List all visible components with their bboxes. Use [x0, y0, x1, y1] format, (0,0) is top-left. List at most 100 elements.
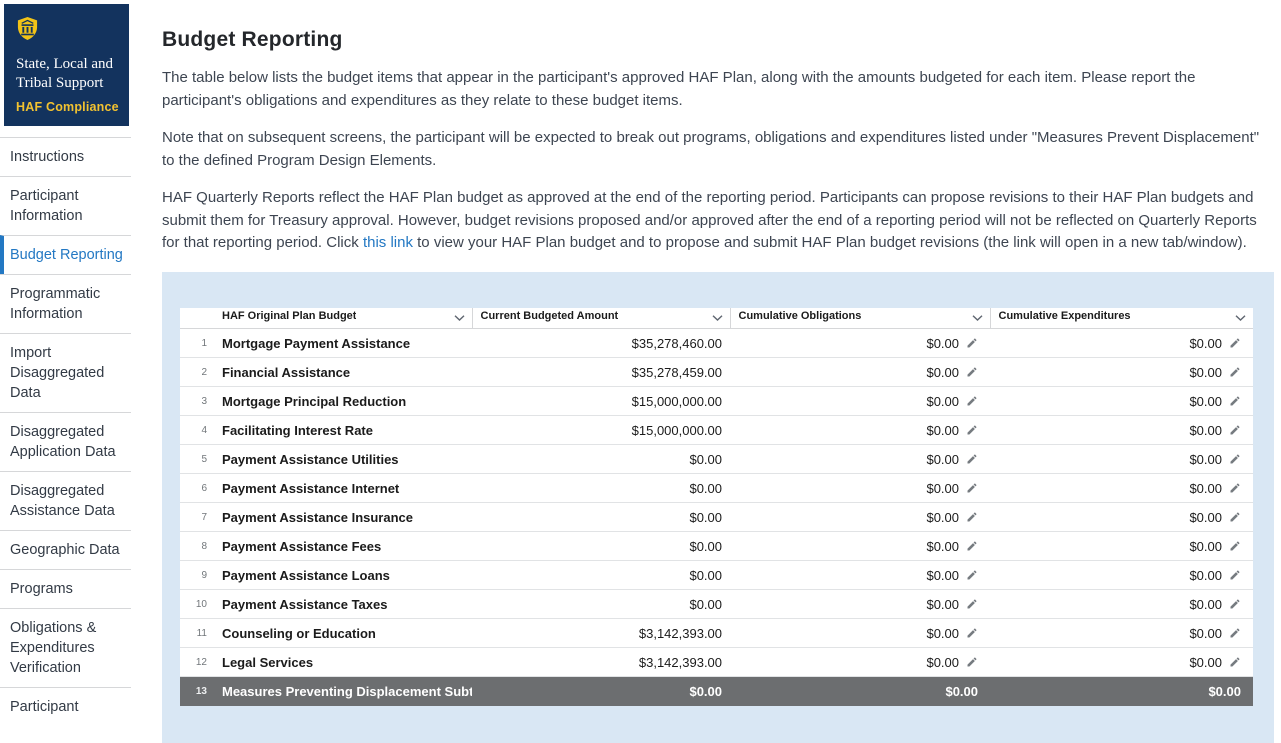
cumulative-expenditures-value: $0.00 [1189, 481, 1222, 496]
budget-row: 3Mortgage Principal Reduction$15,000,000… [180, 387, 1253, 416]
cumulative-expenditures-cell: $0.00 [990, 532, 1253, 561]
cumulative-obligations-value: $0.00 [926, 568, 959, 583]
sidebar-item-instructions[interactable]: Instructions [0, 137, 131, 176]
sidebar-item-disaggregated-application-data[interactable]: Disaggregated Application Data [0, 412, 131, 471]
cumulative-expenditures-cell: $0.00 [990, 387, 1253, 416]
sidebar-item-participant-information[interactable]: Participant Information [0, 176, 131, 235]
budget-item-name: Payment Assistance Utilities [212, 445, 472, 474]
column-header-label: HAF Original Plan Budget [222, 310, 356, 322]
cumulative-expenditures-cell: $0.00 [990, 561, 1253, 590]
cumulative-obligations-value: $0.00 [926, 423, 959, 438]
chevron-down-icon[interactable] [454, 314, 465, 321]
edit-pencil-icon[interactable] [966, 366, 978, 378]
edit-pencil-icon[interactable] [1229, 482, 1241, 494]
cumulative-obligations-cell: $0.00 [730, 474, 990, 503]
sidebar-item-participant[interactable]: Participant [0, 687, 131, 726]
sidebar: State, Local and Tribal Support HAF Comp… [0, 0, 131, 743]
cumulative-obligations-cell: $0.00 [730, 416, 990, 445]
sidebar-item-programs[interactable]: Programs [0, 569, 131, 608]
row-number: 9 [180, 561, 212, 590]
subtotal-row: 13Measures Preventing Displacement Subto… [180, 677, 1253, 706]
budget-row: 6Payment Assistance Internet$0.00$0.00$0… [180, 474, 1253, 503]
treasury-shield-icon [16, 16, 119, 46]
row-number: 7 [180, 503, 212, 532]
cumulative-obligations-value: $0.00 [945, 684, 978, 699]
column-header-4[interactable]: Cumulative Expenditures [990, 308, 1253, 329]
current-budgeted-amount: $35,278,460.00 [472, 329, 730, 358]
cumulative-expenditures-value: $0.00 [1189, 336, 1222, 351]
budget-item-name: Payment Assistance Insurance [212, 503, 472, 532]
edit-pencil-icon[interactable] [1229, 366, 1241, 378]
sidebar-nav: InstructionsParticipant InformationBudge… [0, 137, 131, 726]
edit-pencil-icon[interactable] [966, 540, 978, 552]
row-number: 5 [180, 445, 212, 474]
column-header-label: Current Budgeted Amount [481, 310, 619, 322]
cumulative-obligations-value: $0.00 [926, 597, 959, 612]
edit-pencil-icon[interactable] [1229, 569, 1241, 581]
haf-plan-budget-link[interactable]: this link [363, 234, 413, 251]
current-budgeted-amount: $15,000,000.00 [472, 416, 730, 445]
sidebar-item-budget-reporting[interactable]: Budget Reporting [0, 235, 131, 274]
chevron-down-icon[interactable] [972, 314, 983, 321]
column-header-3[interactable]: Cumulative Obligations [730, 308, 990, 329]
column-header-1[interactable]: HAF Original Plan Budget [180, 308, 472, 329]
revision-text-after: to view your HAF Plan budget and to prop… [413, 234, 1247, 251]
budget-row: 10Payment Assistance Taxes$0.00$0.00$0.0… [180, 590, 1253, 619]
cumulative-obligations-cell: $0.00 [730, 445, 990, 474]
edit-pencil-icon[interactable] [1229, 395, 1241, 407]
budget-row: 9Payment Assistance Loans$0.00$0.00$0.00 [180, 561, 1253, 590]
edit-pencil-icon[interactable] [966, 424, 978, 436]
cumulative-obligations-value: $0.00 [926, 452, 959, 467]
cumulative-expenditures-value: $0.00 [1189, 394, 1222, 409]
edit-pencil-icon[interactable] [966, 656, 978, 668]
budget-item-name: Legal Services [212, 648, 472, 677]
chevron-down-icon[interactable] [1235, 314, 1246, 321]
current-budgeted-amount: $3,142,393.00 [472, 619, 730, 648]
sidebar-item-geographic-data[interactable]: Geographic Data [0, 530, 131, 569]
table-header-row: HAF Original Plan Budget Current Budgeted… [180, 308, 1253, 329]
current-budgeted-amount: $0.00 [472, 503, 730, 532]
intro-paragraph: The table below lists the budget items t… [162, 67, 1274, 112]
budget-item-name: Payment Assistance Taxes [212, 590, 472, 619]
revision-paragraph: HAF Quarterly Reports reflect the HAF Pl… [162, 187, 1274, 255]
current-budgeted-amount: $0.00 [472, 474, 730, 503]
cumulative-expenditures-cell: $0.00 [990, 590, 1253, 619]
edit-pencil-icon[interactable] [1229, 627, 1241, 639]
edit-pencil-icon[interactable] [966, 598, 978, 610]
sidebar-item-programmatic-information[interactable]: Programmatic Information [0, 274, 131, 333]
edit-pencil-icon[interactable] [966, 453, 978, 465]
budget-row: 1Mortgage Payment Assistance$35,278,460.… [180, 329, 1253, 358]
edit-pencil-icon[interactable] [966, 337, 978, 349]
edit-pencil-icon[interactable] [966, 569, 978, 581]
budget-item-name: Mortgage Principal Reduction [212, 387, 472, 416]
edit-pencil-icon[interactable] [966, 511, 978, 523]
budget-row: 7Payment Assistance Insurance$0.00$0.00$… [180, 503, 1253, 532]
sidebar-item-disaggregated-assistance-data[interactable]: Disaggregated Assistance Data [0, 471, 131, 530]
edit-pencil-icon[interactable] [1229, 656, 1241, 668]
cumulative-obligations-cell: $0.00 [730, 561, 990, 590]
page-title: Budget Reporting [162, 28, 1274, 52]
budget-item-name: Counseling or Education [212, 619, 472, 648]
cumulative-obligations-cell: $0.00 [730, 677, 990, 706]
edit-pencil-icon[interactable] [966, 395, 978, 407]
chevron-down-icon[interactable] [712, 314, 723, 321]
edit-pencil-icon[interactable] [1229, 424, 1241, 436]
sidebar-item-import-disaggregated-data[interactable]: Import Disaggregated Data [0, 333, 131, 412]
sidebar-item-obligations-expenditures-verification[interactable]: Obligations & Expenditures Verification [0, 608, 131, 687]
row-number: 4 [180, 416, 212, 445]
edit-pencil-icon[interactable] [1229, 453, 1241, 465]
edit-pencil-icon[interactable] [1229, 598, 1241, 610]
edit-pencil-icon[interactable] [966, 482, 978, 494]
edit-pencil-icon[interactable] [1229, 337, 1241, 349]
budget-item-name: Mortgage Payment Assistance [212, 329, 472, 358]
cumulative-expenditures-cell: $0.00 [990, 648, 1253, 677]
current-budgeted-amount: $3,142,393.00 [472, 648, 730, 677]
column-header-2[interactable]: Current Budgeted Amount [472, 308, 730, 329]
budget-item-name: Payment Assistance Loans [212, 561, 472, 590]
cumulative-obligations-cell: $0.00 [730, 329, 990, 358]
edit-pencil-icon[interactable] [966, 627, 978, 639]
edit-pencil-icon[interactable] [1229, 540, 1241, 552]
edit-pencil-icon[interactable] [1229, 511, 1241, 523]
cumulative-expenditures-cell: $0.00 [990, 677, 1253, 706]
budget-table: HAF Original Plan Budget Current Budgeted… [180, 308, 1253, 707]
